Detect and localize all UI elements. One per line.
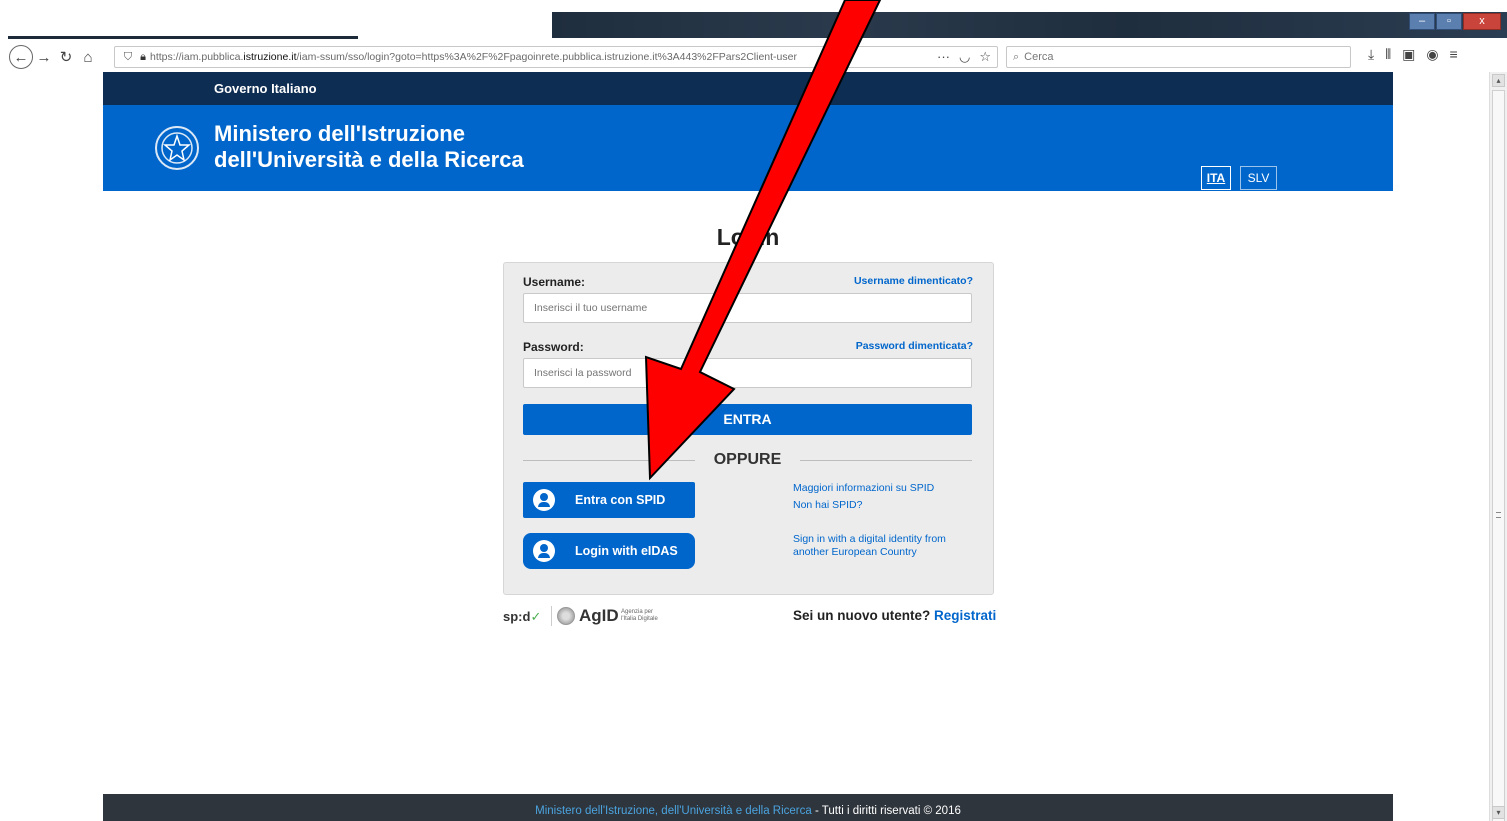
register-text: Sei un nuovo utente?: [793, 608, 931, 623]
url-path: /iam-ssum/sso/login?goto=https%3A%2F%2Fp…: [296, 51, 797, 63]
password-forgot-link[interactable]: Password dimenticata?: [856, 340, 973, 352]
login-card: Username: Username dimenticato? Password…: [503, 262, 994, 595]
download-icon[interactable]: ⤓: [1368, 46, 1374, 63]
logo-separator: [551, 606, 552, 626]
password-input[interactable]: [523, 358, 972, 388]
username-label: Username:: [523, 275, 586, 289]
library-icon[interactable]: ⫴: [1385, 46, 1391, 63]
entra-button[interactable]: ENTRA: [523, 404, 972, 435]
home-icon[interactable]: ⌂: [77, 46, 99, 68]
active-tab-indicator: [8, 36, 358, 39]
ministry-title[interactable]: Ministero dell'Istruzione dell'Universit…: [214, 121, 524, 173]
eidas-info-link[interactable]: Sign in with a digital identity from ano…: [793, 533, 963, 559]
emblem-icon: [155, 126, 199, 170]
no-spid-link[interactable]: Non hai SPID?: [793, 499, 862, 512]
footer-rights: - Tutti i diritti riservati © 2016: [811, 805, 961, 817]
scroll-grip: [1496, 512, 1501, 518]
account-icon[interactable]: ◉: [1426, 46, 1438, 63]
menu-icon[interactable]: ≡: [1450, 46, 1458, 63]
ministry-line1: Ministero dell'Istruzione: [214, 121, 465, 146]
username-forgot-link[interactable]: Username dimenticato?: [854, 275, 973, 287]
scroll-thumb[interactable]: [1492, 90, 1505, 821]
close-icon[interactable]: x: [1463, 13, 1501, 30]
username-input[interactable]: [523, 293, 972, 323]
spid-button-label: Entra con SPID: [575, 493, 666, 507]
agid-subtitle: Agenzia per l'Italia Digitale: [621, 609, 658, 622]
vertical-scrollbar[interactable]: ▴ ▾: [1489, 72, 1507, 821]
maximize-icon[interactable]: ▫: [1436, 13, 1462, 30]
search-box[interactable]: ⌕ Cerca: [1006, 46, 1351, 68]
spid-info-link[interactable]: Maggiori informazioni su SPID: [793, 482, 934, 495]
search-placeholder: Cerca: [1024, 51, 1054, 63]
register-prompt: Sei un nuovo utente? Registrati: [793, 608, 996, 623]
toolbar-icons: ⤓ ⫴ ▣ ◉ ≡: [1368, 46, 1458, 63]
footer-ministry-link[interactable]: Ministero dell'Istruzione, dell'Universi…: [535, 805, 812, 817]
gov-bar[interactable]: Governo Italiano: [103, 72, 1393, 105]
tab-strip: [552, 12, 1507, 38]
site-header: Ministero dell'Istruzione dell'Universit…: [103, 105, 1393, 191]
lock-icon[interactable]: 🔒︎: [136, 51, 150, 64]
divider-line-right: [800, 460, 972, 461]
oppure-divider: OPPURE: [523, 451, 972, 471]
more-actions-icon[interactable]: ···: [937, 49, 950, 65]
lang-ita-button[interactable]: ITA: [1201, 166, 1231, 190]
page-footer: Ministero dell'Istruzione, dell'Universi…: [103, 794, 1393, 821]
sidebar-icon[interactable]: ▣: [1402, 46, 1415, 63]
lang-slv-button[interactable]: SLV: [1240, 166, 1277, 190]
agid-logo: AgID: [579, 606, 619, 625]
window-controls: – ▫ x: [1409, 13, 1501, 30]
navigation-bar: ← → ↻ ⌂ ⛉ 🔒︎ https://iam.pubblica.istruz…: [0, 43, 1507, 71]
ministry-line2: dell'Università e della Ricerca: [214, 147, 524, 172]
url-text[interactable]: https://iam.pubblica.istruzione.it/iam-s…: [150, 51, 820, 63]
web-page: Governo Italiano Ministero dell'Istruzio…: [103, 72, 1393, 821]
login-title: Login: [716, 224, 780, 250]
url-prefix: https://iam.pubblica.: [150, 51, 244, 63]
agid-emblem-icon: [557, 607, 575, 625]
reload-icon[interactable]: ↻: [55, 46, 77, 68]
scroll-up-icon[interactable]: ▴: [1492, 74, 1505, 87]
eidas-button[interactable]: Login with eIDAS: [523, 533, 695, 569]
spid-logo: sp:d✓: [503, 609, 541, 625]
user-icon: [533, 489, 555, 511]
password-label: Password:: [523, 340, 584, 354]
spid-logo-text: sp:d: [503, 609, 531, 624]
spid-button[interactable]: Entra con SPID: [523, 482, 695, 518]
eidas-button-label: Login with eIDAS: [575, 544, 678, 558]
back-icon[interactable]: ←: [9, 45, 33, 69]
scroll-down-icon[interactable]: ▾: [1492, 806, 1505, 819]
url-bar[interactable]: ⛉ 🔒︎ https://iam.pubblica.istruzione.it/…: [114, 46, 998, 68]
search-icon: ⌕: [1013, 50, 1020, 63]
register-link[interactable]: Registrati: [934, 608, 996, 623]
minimize-icon[interactable]: –: [1409, 13, 1435, 30]
screenshot-root: – ▫ x ← → ↻ ⌂ ⛉ 🔒︎ https://iam.pubblica.…: [0, 0, 1507, 821]
pocket-icon[interactable]: ◡: [959, 49, 970, 65]
forward-icon[interactable]: →: [33, 46, 55, 68]
user-icon: [533, 540, 555, 562]
star-icon[interactable]: ☆: [979, 49, 991, 65]
url-domain: istruzione.it: [243, 51, 297, 63]
shield-icon[interactable]: ⛉: [120, 51, 136, 64]
spid-check-icon: ✓: [530, 609, 542, 624]
